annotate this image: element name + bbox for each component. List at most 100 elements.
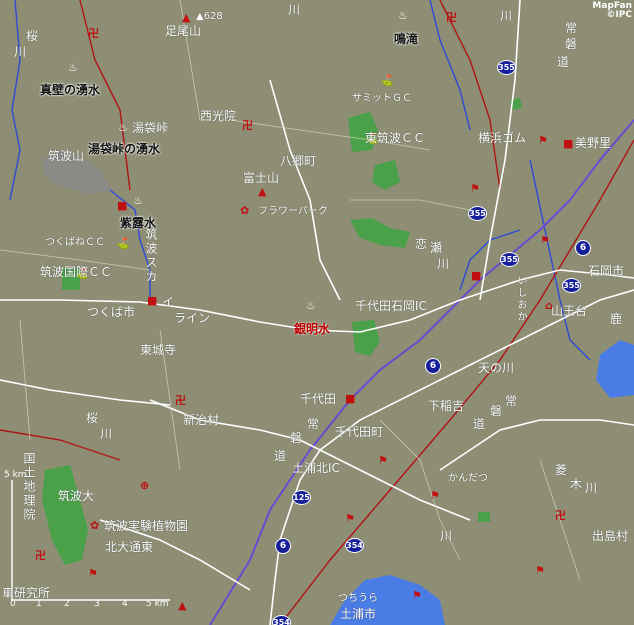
- scale-tick-0: 0: [10, 599, 16, 609]
- spring-icon: ♨: [118, 121, 128, 134]
- peak-icon: ▲: [178, 599, 187, 612]
- label-sakura-3: 川: [100, 427, 113, 441]
- label-ginmeisui: 銀明水: [294, 322, 331, 336]
- station-icon: ■: [563, 137, 574, 150]
- label-joban-7: 常: [307, 417, 320, 431]
- label-river: 川: [288, 3, 301, 17]
- factory-icon: ⚑: [378, 454, 388, 467]
- station-icon: ■: [117, 199, 128, 212]
- lake-east: [596, 340, 634, 398]
- label-sakura-2: 桜: [86, 411, 99, 425]
- label-joban-9: 道: [274, 449, 287, 463]
- temple-icon: 卍: [242, 119, 253, 132]
- route-6-shield: 6: [275, 538, 291, 554]
- scale-tick-2: 2: [64, 599, 70, 609]
- factory-icon: ⚑: [430, 489, 440, 502]
- factory-icon: ⚑: [540, 234, 550, 247]
- scale-tick-3: 3: [94, 599, 100, 609]
- label-tsukubane-cc: つくばねＣＣ: [45, 237, 105, 248]
- scale-tick-5: 5 km: [146, 599, 169, 609]
- label-niiharu: 新治村: [183, 413, 220, 427]
- label-yokohama-rubber: 横浜ゴム: [478, 131, 527, 145]
- factory-icon: ⚑: [538, 134, 548, 147]
- label-ishioka-ic: 千代田石岡IC: [355, 299, 427, 313]
- route-354-shield: 354: [272, 615, 291, 625]
- label-hishiki-3: 川: [585, 481, 598, 495]
- label-joban-4: 常: [505, 394, 518, 408]
- label-kokudo-chiriin: 国土地理院: [22, 452, 36, 522]
- spring-icon: ♨: [133, 194, 143, 207]
- label-tennokawa: 天の川: [478, 361, 515, 375]
- label-shimoinayoshi: 下稲吉: [428, 399, 465, 413]
- label-tsuchiura-kana: つちうら: [338, 593, 378, 604]
- map-credit: MapFan ©IPC: [592, 2, 632, 20]
- flower-icon: ✿: [240, 204, 250, 217]
- expressway-joban: [209, 119, 634, 625]
- route-354-shield: 354: [345, 538, 364, 553]
- label-koise-3: 川: [437, 257, 450, 271]
- factory-icon: ⚑: [88, 567, 98, 580]
- interchange-icon: ■: [345, 392, 356, 405]
- label-joban-5: 磐: [490, 404, 503, 418]
- label-joban-6: 道: [473, 417, 486, 431]
- label-sannoudai: 山王台: [551, 304, 588, 318]
- label-ashio: 足尾山: [165, 24, 202, 38]
- label-higashijoji: 東城寺: [140, 343, 177, 357]
- label-makabe-spring: 真壁の湧水: [40, 83, 101, 97]
- temple-icon: 卍: [446, 11, 457, 24]
- label-yasato: 八郷町: [280, 154, 317, 168]
- peak-icon: ▲: [258, 185, 267, 198]
- factory-icon: ⚑: [345, 512, 355, 525]
- scale-tick-1: 1: [36, 599, 42, 609]
- golf-icon: ⛳: [116, 237, 130, 250]
- factory-icon: ⚑: [535, 564, 545, 577]
- label-sakura-river: 川: [14, 45, 27, 59]
- temple-icon: 卍: [175, 394, 186, 407]
- label-river-2: 川: [440, 529, 453, 543]
- label-yubukuro-spring: 湯袋峠の湧水: [88, 142, 161, 156]
- route-355-shield: 355: [562, 278, 581, 293]
- label-yubukuro: 湯袋峠: [132, 121, 169, 135]
- label-sakura: 桜: [26, 29, 39, 43]
- label-tsuchiura-kita-ic: 土浦北IC: [292, 461, 340, 475]
- label-joban-1: 常: [565, 21, 578, 35]
- label-saikouin: 西光院: [200, 109, 237, 123]
- map-view[interactable]: MapFan ©IPC 355 355 355 355 6 6 6 354 35…: [0, 0, 634, 625]
- label-tsuchiura-city: 土浦市: [340, 607, 377, 621]
- label-dejima: 出島村: [592, 529, 629, 543]
- interchange-icon: ■: [471, 269, 482, 282]
- label-fujisan: 富士山: [243, 171, 280, 185]
- label-koise: 恋: [415, 237, 428, 251]
- label-line-rain: ライン: [174, 311, 211, 325]
- route-355-shield: 355: [497, 60, 516, 75]
- label-flowerpark: フラワーパーク: [258, 206, 328, 217]
- golf-icon: ⛳: [380, 74, 394, 87]
- label-naruto: 鳴滝: [394, 32, 419, 46]
- route-6-shield: 6: [575, 240, 591, 256]
- label-chiyoda-town: 千代田町: [335, 425, 384, 439]
- spring-icon: ♨: [398, 9, 408, 22]
- label-kandatsu: かんだつ: [448, 473, 488, 484]
- label-hishiki-1: 菱: [555, 463, 568, 477]
- factory-icon: ⚑: [470, 182, 480, 195]
- route-125-shield: 125: [292, 490, 311, 505]
- label-peak-628: ▲628: [196, 11, 223, 22]
- label-ishioka-city: 石岡市: [588, 264, 625, 278]
- label-tsukubasan: 筑波山: [48, 149, 85, 163]
- label-koise-2: 瀬: [430, 241, 443, 255]
- label-joban-2: 磐: [565, 37, 578, 51]
- spring-icon: ♨: [306, 299, 316, 312]
- label-minori: 美野里: [575, 136, 612, 150]
- label-hishiki-2: 木: [570, 477, 583, 491]
- green-areas: [42, 98, 522, 565]
- temple-icon: 卍: [555, 509, 566, 522]
- scale-top-label: 5 km: [4, 470, 27, 480]
- route-6-shield: 6: [425, 358, 441, 374]
- label-higashi-tsukuba-cc: 東筑波ＣＣ: [365, 131, 426, 145]
- label-joban-3: 道: [557, 55, 570, 69]
- label-tsukuba-dai: 筑波大: [58, 489, 95, 503]
- temple-icon: 卍: [88, 27, 99, 40]
- label-tsukuba-city: つくば市: [87, 305, 136, 319]
- scale-tick-4: 4: [122, 599, 128, 609]
- route-355-shield: 355: [468, 206, 487, 221]
